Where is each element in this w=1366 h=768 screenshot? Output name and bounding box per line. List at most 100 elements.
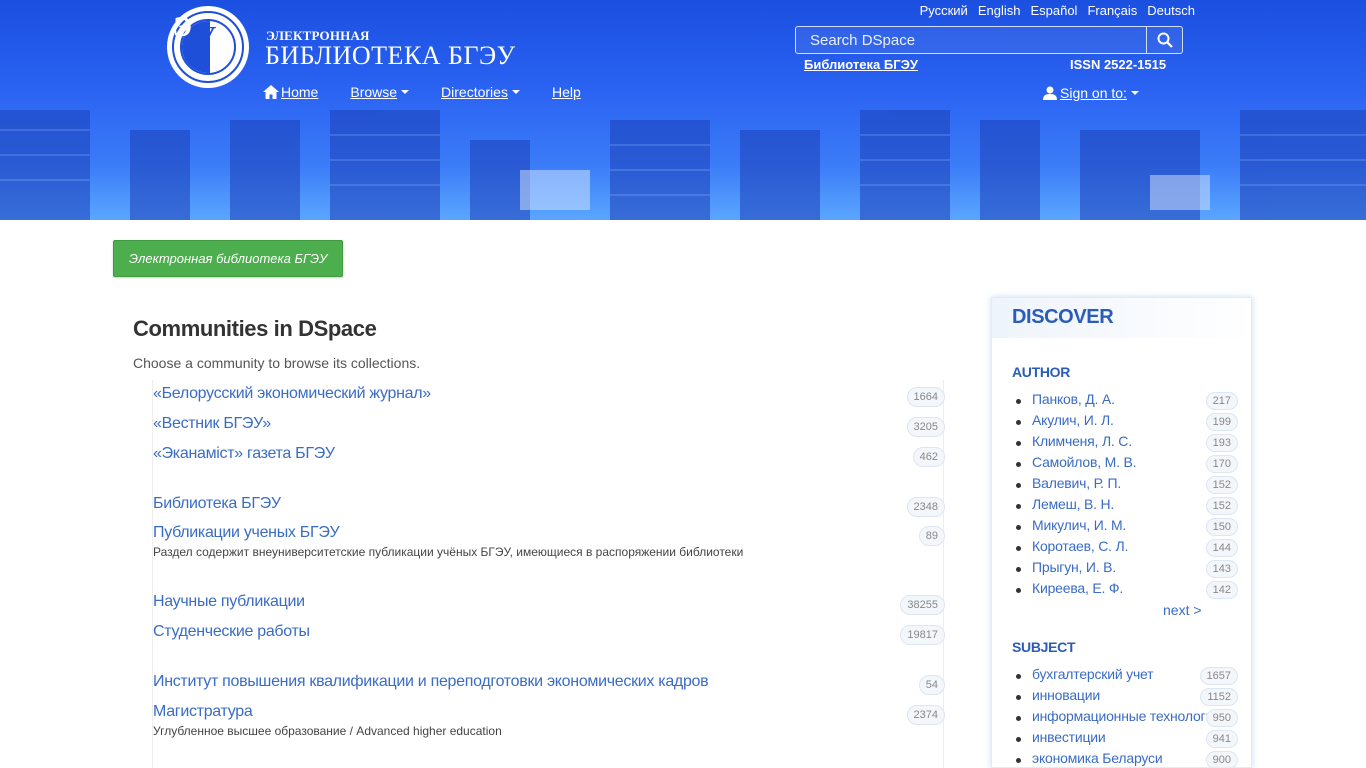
- community-item: Публикации ученых БГЭУ 89 Раздел содержи…: [153, 524, 945, 559]
- community-link[interactable]: Институт повышения квалификации и перепо…: [153, 673, 709, 690]
- subject-link[interactable]: инновации: [1032, 687, 1100, 703]
- nav-browse-dropdown[interactable]: Browse: [350, 84, 410, 100]
- author-link[interactable]: Микулич, И. М.: [1032, 517, 1126, 533]
- author-link[interactable]: Киреева, Е. Ф.: [1032, 580, 1123, 596]
- subject-facet-item: бухгалтерский учет 1657: [1016, 666, 1246, 685]
- bullet: [1016, 674, 1021, 679]
- facet-count-badge: 142: [1205, 581, 1238, 599]
- nav-home-label: Home: [281, 84, 319, 100]
- nav-directories-label: Directories: [441, 84, 508, 100]
- author-facet-item: Акулич, И. Л. 199: [1016, 412, 1246, 431]
- bullet: [1016, 483, 1021, 488]
- page-description: Choose a community to browse its collect…: [133, 355, 421, 371]
- subject-facet-title: SUBJECT: [1012, 639, 1076, 655]
- university-logo[interactable]: Э У: [167, 6, 249, 88]
- community-link[interactable]: Библиотека БГЭУ: [153, 495, 281, 512]
- item-count-badge: 89: [918, 526, 945, 546]
- community-link[interactable]: Публикации ученых БГЭУ: [153, 524, 340, 541]
- search-input[interactable]: [796, 27, 1146, 53]
- community-item: Институт повышения квалификации и перепо…: [153, 673, 945, 695]
- author-link[interactable]: Валевич, Р. П.: [1032, 475, 1121, 491]
- page-title: Communities in DSpace: [133, 316, 377, 341]
- facet-count-badge: 199: [1205, 413, 1238, 431]
- community-link[interactable]: «Вестник БГЭУ»: [153, 415, 271, 432]
- bullet: [1016, 716, 1021, 721]
- lang-english-link[interactable]: English: [978, 3, 1021, 18]
- subject-link[interactable]: инвестиции: [1032, 729, 1106, 745]
- nav-help-link[interactable]: Help: [552, 84, 581, 100]
- chevron-down-icon: [401, 90, 410, 94]
- site-header: Русский English Español Français Deutsch…: [0, 0, 1366, 220]
- lang-spanish-link[interactable]: Español: [1030, 3, 1077, 18]
- author-next-link[interactable]: next >: [1163, 602, 1202, 618]
- community-item: Научные публикации 38255: [153, 593, 945, 615]
- facet-count-badge: 150: [1205, 518, 1238, 536]
- home-icon: [263, 85, 279, 99]
- bullet: [1016, 504, 1021, 509]
- facet-count-badge: 950: [1205, 709, 1238, 727]
- facet-count-badge: 941: [1205, 730, 1238, 748]
- discover-sidebar: DISCOVER AUTHOR Панков, Д. А. 217 Акулич,…: [991, 297, 1252, 768]
- search-button[interactable]: [1146, 27, 1182, 53]
- community-link[interactable]: Студенческие работы: [153, 623, 310, 640]
- author-facet-item: Панков, Д. А. 217: [1016, 391, 1246, 410]
- community-link[interactable]: «Эканаміст» газета БГЭУ: [153, 445, 335, 462]
- brand-title[interactable]: БИБЛИОТЕКА БГЭУ: [265, 41, 516, 71]
- bullet: [1016, 695, 1021, 700]
- facet-count-badge: 144: [1205, 539, 1238, 557]
- item-count-badge: 54: [918, 675, 945, 695]
- community-item: «Эканаміст» газета БГЭУ 462: [153, 445, 945, 467]
- item-count-badge: 462: [912, 447, 945, 467]
- lang-german-link[interactable]: Deutsch: [1147, 3, 1195, 18]
- subject-facet-item: экономика Беларуси 900: [1016, 750, 1246, 767]
- language-switcher: Русский English Español Français Deutsch: [920, 3, 1195, 18]
- lang-russian-link[interactable]: Русский: [920, 3, 968, 18]
- community-description: Раздел содержит внеуниверситетские публи…: [153, 545, 744, 559]
- facet-count-badge: 900: [1205, 751, 1238, 767]
- nav-directories-dropdown[interactable]: Directories: [441, 84, 520, 100]
- item-count-badge: 3205: [906, 417, 945, 437]
- user-icon: [1043, 86, 1057, 100]
- item-count-badge: 1664: [906, 387, 945, 407]
- subject-link[interactable]: информационные технологии: [1032, 708, 1221, 724]
- author-link[interactable]: Самойлов, М. В.: [1032, 454, 1136, 470]
- bullet: [1016, 588, 1021, 593]
- logo-letter-u: У: [196, 22, 217, 53]
- author-facet-item: Микулич, И. М. 150: [1016, 517, 1246, 536]
- bullet: [1016, 420, 1021, 425]
- subject-link[interactable]: экономика Беларуси: [1032, 750, 1163, 766]
- community-link[interactable]: «Белорусский экономический журнал»: [153, 385, 431, 402]
- chevron-down-icon: [511, 90, 520, 94]
- lang-french-link[interactable]: Français: [1087, 3, 1137, 18]
- discover-title: DISCOVER: [1012, 306, 1114, 328]
- subject-facet-item: инвестиции 941: [1016, 729, 1246, 748]
- bullet: [1016, 462, 1021, 467]
- search-icon: [1157, 32, 1173, 48]
- author-link[interactable]: Климченя, Л. С.: [1032, 433, 1132, 449]
- item-count-badge: 2348: [906, 497, 945, 517]
- author-facet-item: Валевич, Р. П. 152: [1016, 475, 1246, 494]
- community-link[interactable]: Магистратура: [153, 703, 253, 720]
- author-link[interactable]: Прыгун, И. В.: [1032, 559, 1116, 575]
- library-link[interactable]: Библиотека БГЭУ: [804, 57, 918, 72]
- bullet: [1016, 399, 1021, 404]
- sign-on-dropdown[interactable]: Sign on to:: [1043, 85, 1139, 101]
- community-item: Студенческие работы 19817: [153, 623, 945, 645]
- bullet: [1016, 737, 1021, 742]
- logo-letter-e: Э: [173, 12, 192, 43]
- sign-on-label: Sign on to:: [1060, 85, 1127, 101]
- breadcrumb[interactable]: Электронная библиотека БГЭУ: [113, 240, 344, 277]
- nav-browse-label: Browse: [350, 84, 398, 100]
- author-link[interactable]: Коротаев, С. Л.: [1032, 538, 1128, 554]
- community-link[interactable]: Научные публикации: [153, 593, 305, 610]
- author-link[interactable]: Акулич, И. Л.: [1032, 412, 1114, 428]
- subject-facet-item: информационные технологии 950: [1016, 708, 1246, 727]
- author-link[interactable]: Лемеш, В. Н.: [1032, 496, 1114, 512]
- author-link[interactable]: Панков, Д. А.: [1032, 391, 1115, 407]
- subject-link[interactable]: бухгалтерский учет: [1032, 666, 1154, 682]
- facet-count-badge: 1152: [1200, 688, 1238, 706]
- community-item: «Белорусский экономический журнал» 1664: [153, 385, 945, 407]
- issn-label: ISSN 2522-1515: [1070, 57, 1167, 72]
- nav-home-link[interactable]: Home: [263, 84, 318, 100]
- facet-count-badge: 193: [1205, 434, 1238, 452]
